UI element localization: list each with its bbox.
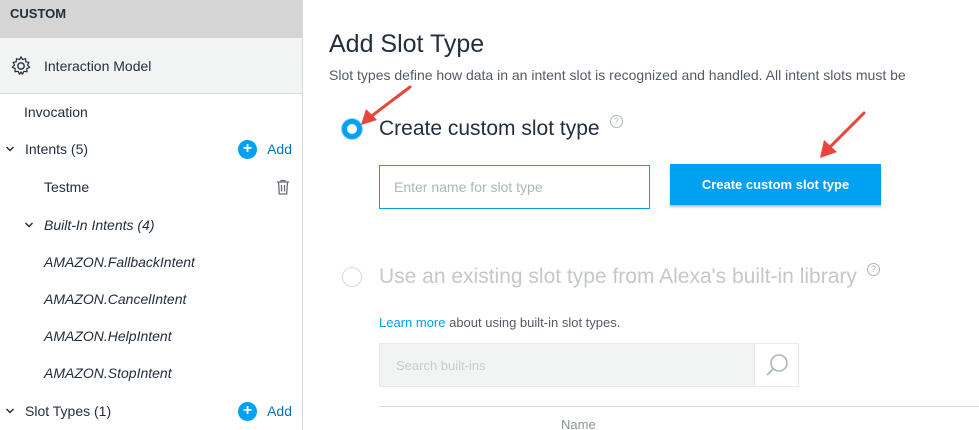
intent-label: Testme bbox=[44, 179, 90, 195]
add-slot-type-label: Add bbox=[267, 403, 292, 419]
sidebar-item-invocation[interactable]: Invocation bbox=[0, 97, 302, 127]
add-slot-type-button[interactable]: + Add bbox=[238, 401, 292, 421]
builtin-intent-label: AMAZON.CancelIntent bbox=[44, 291, 187, 307]
chevron-down-icon[interactable] bbox=[24, 220, 34, 230]
builtin-intents-label: Built-In Intents (4) bbox=[44, 217, 155, 233]
option-custom: Create custom slot type? bbox=[379, 115, 623, 141]
invocation-label: Invocation bbox=[24, 104, 88, 120]
intents-label: Intents (5) bbox=[25, 141, 89, 157]
plus-circle-icon: + bbox=[238, 139, 258, 159]
builtin-intent-label: AMAZON.StopIntent bbox=[44, 365, 172, 381]
builtin-intent-label: AMAZON.HelpIntent bbox=[44, 328, 172, 344]
sidebar-item-builtin-intents[interactable]: Built-In Intents (4) bbox=[0, 210, 302, 240]
add-intent-label: Add bbox=[267, 141, 292, 157]
plus-circle-icon: + bbox=[238, 401, 258, 421]
learn-more-rest: about using built-in slot types. bbox=[445, 315, 621, 330]
sidebar: CUSTOM Interaction Model Invocation Inte… bbox=[0, 0, 303, 430]
sidebar-item-builtin-intent[interactable]: AMAZON.HelpIntent bbox=[0, 321, 302, 351]
sidebar-item-intent-testme[interactable]: Testme bbox=[0, 172, 302, 202]
search-builtins-input[interactable] bbox=[380, 344, 754, 386]
create-custom-slot-type-button[interactable]: Create custom slot type bbox=[670, 164, 881, 205]
sidebar-item-builtin-intent[interactable]: AMAZON.StopIntent bbox=[0, 358, 302, 388]
page-description: Slot types define how data in an intent … bbox=[329, 67, 906, 83]
radio-use-builtin[interactable] bbox=[342, 267, 362, 287]
gear-icon bbox=[11, 55, 31, 75]
slot-type-name-input[interactable] bbox=[379, 165, 650, 209]
builtin-intent-label: AMAZON.FallbackIntent bbox=[44, 254, 195, 270]
table-divider bbox=[379, 406, 979, 407]
main-panel: Add Slot Type Slot types define how data… bbox=[304, 0, 979, 430]
help-icon[interactable]: ? bbox=[609, 115, 623, 128]
add-intent-button[interactable]: + Add bbox=[238, 139, 292, 159]
column-header-name[interactable]: Name bbox=[561, 417, 596, 430]
search-button[interactable] bbox=[754, 344, 798, 386]
learn-more-text: Learn more about using built-in slot typ… bbox=[379, 315, 620, 330]
page-title: Add Slot Type bbox=[329, 30, 485, 58]
option-builtin: Use an existing slot type from Alexa's b… bbox=[379, 263, 880, 289]
radio-create-custom[interactable] bbox=[342, 119, 362, 139]
search-builtins-box bbox=[379, 343, 799, 387]
sidebar-item-builtin-intent[interactable]: AMAZON.FallbackIntent bbox=[0, 247, 302, 277]
sidebar-item-slot-types[interactable]: Slot Types (1) + Add bbox=[0, 396, 302, 426]
learn-more-link[interactable]: Learn more bbox=[379, 315, 445, 330]
search-icon bbox=[765, 354, 788, 376]
sidebar-item-builtin-intent[interactable]: AMAZON.CancelIntent bbox=[0, 284, 302, 314]
sidebar-item-intents[interactable]: Intents (5) + Add bbox=[0, 134, 302, 164]
sidebar-section-header: CUSTOM bbox=[0, 0, 302, 38]
option-builtin-label: Use an existing slot type from Alexa's b… bbox=[379, 265, 857, 288]
sidebar-item-interaction-model[interactable]: Interaction Model bbox=[0, 38, 302, 94]
help-icon[interactable]: ? bbox=[866, 263, 880, 276]
chevron-down-icon[interactable] bbox=[5, 406, 15, 416]
sidebar-model-label: Interaction Model bbox=[44, 57, 152, 74]
option-custom-label: Create custom slot type bbox=[379, 117, 600, 140]
slot-types-label: Slot Types (1) bbox=[25, 403, 112, 419]
trash-icon[interactable] bbox=[276, 179, 290, 195]
chevron-down-icon[interactable] bbox=[5, 144, 15, 154]
